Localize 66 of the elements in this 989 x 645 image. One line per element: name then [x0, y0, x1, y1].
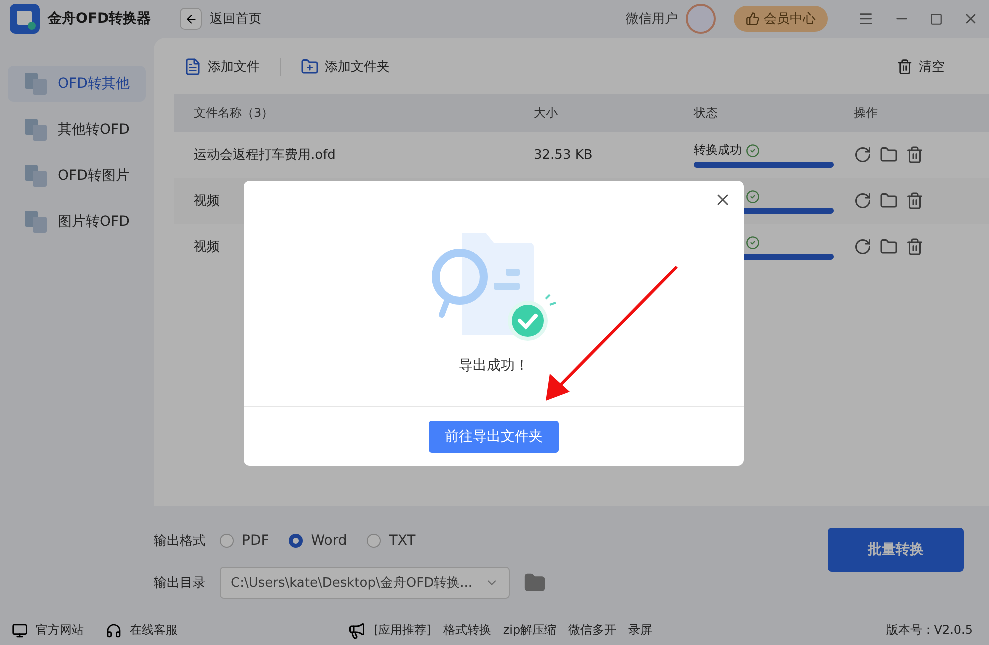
- sidebar-item[interactable]: 其他转OFD: [8, 112, 146, 148]
- sidebar-item[interactable]: OFD转其他: [8, 66, 146, 102]
- headset-icon: [106, 622, 122, 639]
- file-size-cell-text: 32.53 KB: [534, 148, 594, 163]
- directory-label: 输出目录: [154, 575, 206, 592]
- footer-link[interactable]: zip解压缩: [503, 622, 557, 640]
- retry-icon[interactable]: [854, 238, 872, 256]
- document-stack-icon: [24, 210, 48, 234]
- footer-link[interactable]: 录屏: [628, 622, 653, 640]
- maximize-icon[interactable]: [930, 12, 943, 26]
- thumbs-up-icon: [746, 12, 760, 26]
- version-text: 版本号：V2.0.5: [886, 622, 973, 640]
- retry-icon[interactable]: [854, 192, 872, 210]
- sidebar-item[interactable]: 图片转OFD: [8, 204, 146, 240]
- column-header: 大小: [534, 104, 559, 122]
- delete-icon[interactable]: [906, 192, 924, 210]
- monitor-icon: [12, 622, 28, 639]
- add-folder-button[interactable]: 添加文件夹: [301, 58, 390, 76]
- format-option[interactable]: TXT: [367, 533, 416, 550]
- sidebar-item[interactable]: OFD转图片: [8, 158, 146, 194]
- footer-link[interactable]: 格式转换: [443, 622, 492, 640]
- format-option[interactable]: Word: [289, 533, 348, 550]
- directory-select[interactable]: C:\Users\kate\Desktop\金舟OFD转换...: [220, 567, 510, 600]
- format-label: 输出格式: [154, 533, 206, 550]
- folder-icon[interactable]: [880, 146, 898, 164]
- folder-icon[interactable]: [880, 192, 898, 210]
- trash-icon: [897, 59, 913, 76]
- megaphone-icon: [348, 622, 366, 640]
- document-stack-icon: [24, 118, 48, 142]
- column-header: 文件名称（3）: [194, 104, 275, 122]
- footer-link[interactable]: 微信多开: [568, 622, 617, 640]
- file-name-cell-text: 视频: [194, 193, 221, 210]
- status-text: 转换成功: [694, 142, 742, 160]
- batch-convert-button[interactable]: 批量转换: [828, 528, 964, 572]
- column-header: 操作: [854, 104, 879, 122]
- menu-icon[interactable]: [858, 11, 874, 28]
- success-message: 导出成功！: [459, 357, 529, 375]
- success-check-icon: [746, 190, 760, 204]
- back-arrow-icon: [184, 12, 198, 26]
- vip-center-button[interactable]: 会员中心: [734, 6, 828, 32]
- website-link[interactable]: 官方网站: [36, 622, 84, 640]
- retry-icon[interactable]: [854, 146, 872, 164]
- folder-add-icon: [301, 58, 319, 76]
- success-check-icon: [746, 236, 760, 250]
- document-stack-icon: [24, 164, 48, 188]
- document-stack-icon: [24, 72, 48, 96]
- success-check-icon: [746, 144, 760, 158]
- file-name-cell-text: 视频: [194, 239, 221, 256]
- logo-icon: [10, 4, 40, 34]
- add-file-button[interactable]: 添加文件: [184, 58, 260, 76]
- file-name-cell-text: 运动会返程打车费用.ofd: [194, 147, 337, 164]
- back-home-link[interactable]: 返回首页: [210, 10, 262, 28]
- user-name: 微信用户: [626, 11, 678, 28]
- folder-icon[interactable]: [524, 572, 546, 594]
- folder-icon[interactable]: [880, 238, 898, 256]
- footer-link[interactable]: [应用推荐]: [374, 622, 432, 640]
- delete-icon[interactable]: [906, 238, 924, 256]
- back-button[interactable]: [180, 8, 202, 30]
- column-header: 状态: [694, 104, 719, 122]
- format-option[interactable]: PDF: [220, 533, 270, 550]
- app-title: 金舟OFD转换器: [48, 10, 152, 28]
- file-icon: [184, 58, 202, 76]
- open-folder-button[interactable]: 前往导出文件夹: [429, 420, 559, 452]
- support-link[interactable]: 在线客服: [130, 622, 178, 640]
- delete-icon[interactable]: [906, 146, 924, 164]
- clear-button[interactable]: 清空: [897, 58, 945, 76]
